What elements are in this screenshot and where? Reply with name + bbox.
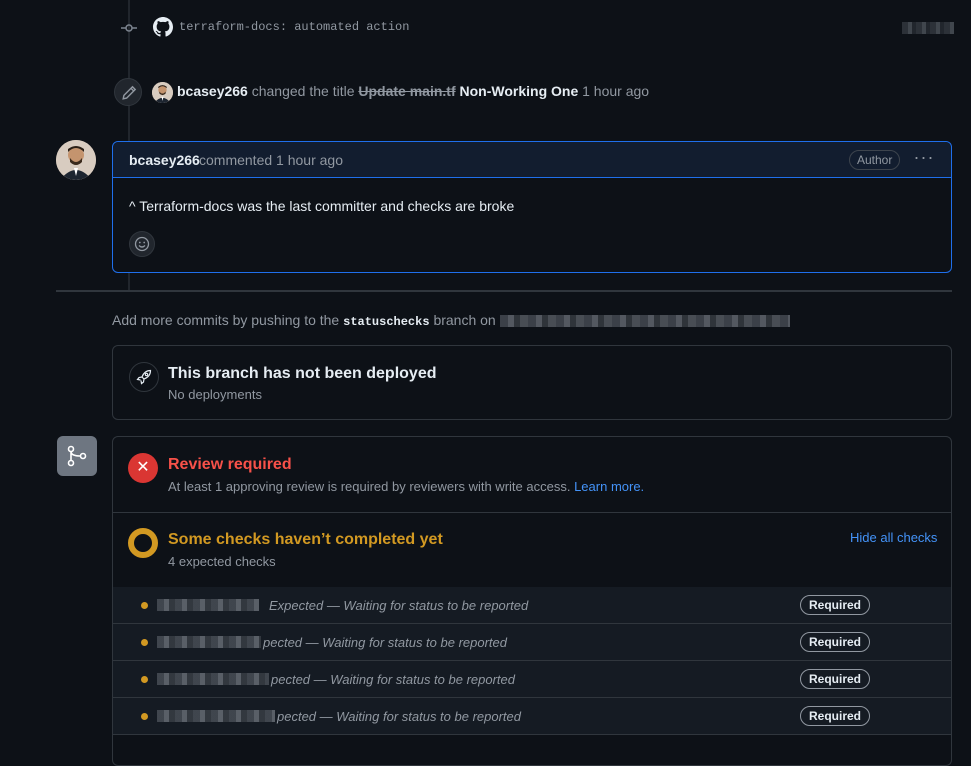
comment-header: bcasey266 commented 1 hour ago Author ··… <box>113 142 951 178</box>
author-badge: Author <box>849 150 901 170</box>
title-change-text: bcasey266 changed the title Update main.… <box>177 83 649 99</box>
pencil-icon <box>122 85 137 100</box>
git-merge-icon <box>67 445 87 467</box>
checks-title: Some checks haven’t completed yet <box>168 531 443 548</box>
smiley-icon <box>134 236 150 252</box>
check-row: Expected — Waiting for status to be repo… <box>113 587 951 624</box>
commit-message[interactable]: terraform-docs: automated action <box>179 20 409 34</box>
event-time[interactable]: 1 hour ago <box>582 83 649 99</box>
more-options-button[interactable]: ··· <box>911 148 937 170</box>
comment-avatar[interactable] <box>56 140 96 180</box>
required-badge: Required <box>800 632 871 652</box>
avatar[interactable] <box>152 82 173 103</box>
check-name-redacted <box>157 599 259 611</box>
pending-dot-icon <box>141 639 148 646</box>
required-badge: Required <box>800 595 871 615</box>
add-reaction-button[interactable] <box>129 231 155 257</box>
check-name-redacted <box>157 673 269 685</box>
branch-name: statuschecks <box>343 315 430 329</box>
old-title: Update main.tf <box>358 83 456 99</box>
merge-status-badge <box>57 436 97 476</box>
required-badge: Required <box>800 706 871 726</box>
review-title: Review required <box>168 456 292 473</box>
comment-meta[interactable]: commented 1 hour ago <box>199 152 343 168</box>
check-name-redacted <box>157 636 261 648</box>
title-change-event: bcasey266 changed the title Update main.… <box>0 75 971 109</box>
comment-author-link[interactable]: bcasey266 <box>129 152 200 168</box>
push-note-suffix: branch on <box>433 312 496 328</box>
learn-more-link[interactable]: Learn more. <box>574 479 644 494</box>
git-commit-icon <box>121 24 137 32</box>
check-row: pected — Waiting for status to be report… <box>113 661 951 698</box>
pending-icon <box>128 528 158 558</box>
redacted-command[interactable] <box>499 315 790 328</box>
checks-section: Some checks haven’t completed yet 4 expe… <box>113 512 951 588</box>
check-status: pected — Waiting for status to be report… <box>263 635 508 650</box>
x-icon: ✕ <box>128 453 158 483</box>
check-status: pected — Waiting for status to be report… <box>277 709 522 724</box>
required-badge: Required <box>800 669 871 689</box>
rocket-icon <box>136 369 152 385</box>
pencil-badge <box>114 78 142 106</box>
pending-dot-icon <box>141 602 148 609</box>
check-status: pected — Waiting for status to be report… <box>271 672 516 687</box>
deployment-box: This branch has not been deployed No dep… <box>112 345 952 420</box>
push-note: Add more commits by pushing to the statu… <box>112 312 790 329</box>
review-required-section: ✕ Review required At least 1 approving r… <box>113 437 951 513</box>
review-subtitle: At least 1 approving review is required … <box>168 479 644 494</box>
timeline-divider <box>56 290 952 292</box>
new-title: Non-Working One <box>459 83 579 99</box>
event-user-link[interactable]: bcasey266 <box>177 83 248 99</box>
pending-dot-icon <box>141 676 148 683</box>
check-row: pected — Waiting for status to be report… <box>113 624 951 661</box>
check-name-redacted <box>157 710 275 722</box>
comment-body: ^ Terraform-docs was the last committer … <box>129 198 515 214</box>
commit-sha-redacted[interactable] <box>902 22 954 34</box>
merge-box: ✕ Review required At least 1 approving r… <box>112 436 952 766</box>
check-row: pected — Waiting for status to be report… <box>113 698 951 735</box>
pending-dot-icon <box>141 713 148 720</box>
commit-row: terraform-docs: automated action <box>0 0 971 56</box>
deployment-subtitle: No deployments <box>168 387 262 402</box>
review-subtitle-text: At least 1 approving review is required … <box>168 479 571 494</box>
comment-box: bcasey266 commented 1 hour ago Author ··… <box>112 141 952 273</box>
event-action: changed the title <box>251 83 355 99</box>
check-status: Expected — Waiting for status to be repo… <box>269 598 529 613</box>
deployment-title: This branch has not been deployed <box>168 365 437 382</box>
checks-subtitle: 4 expected checks <box>168 554 276 569</box>
push-note-prefix: Add more commits by pushing to the <box>112 312 340 328</box>
hide-all-checks-link[interactable]: Hide all checks <box>850 530 937 545</box>
rocket-badge <box>129 362 159 392</box>
github-icon[interactable] <box>153 17 173 37</box>
